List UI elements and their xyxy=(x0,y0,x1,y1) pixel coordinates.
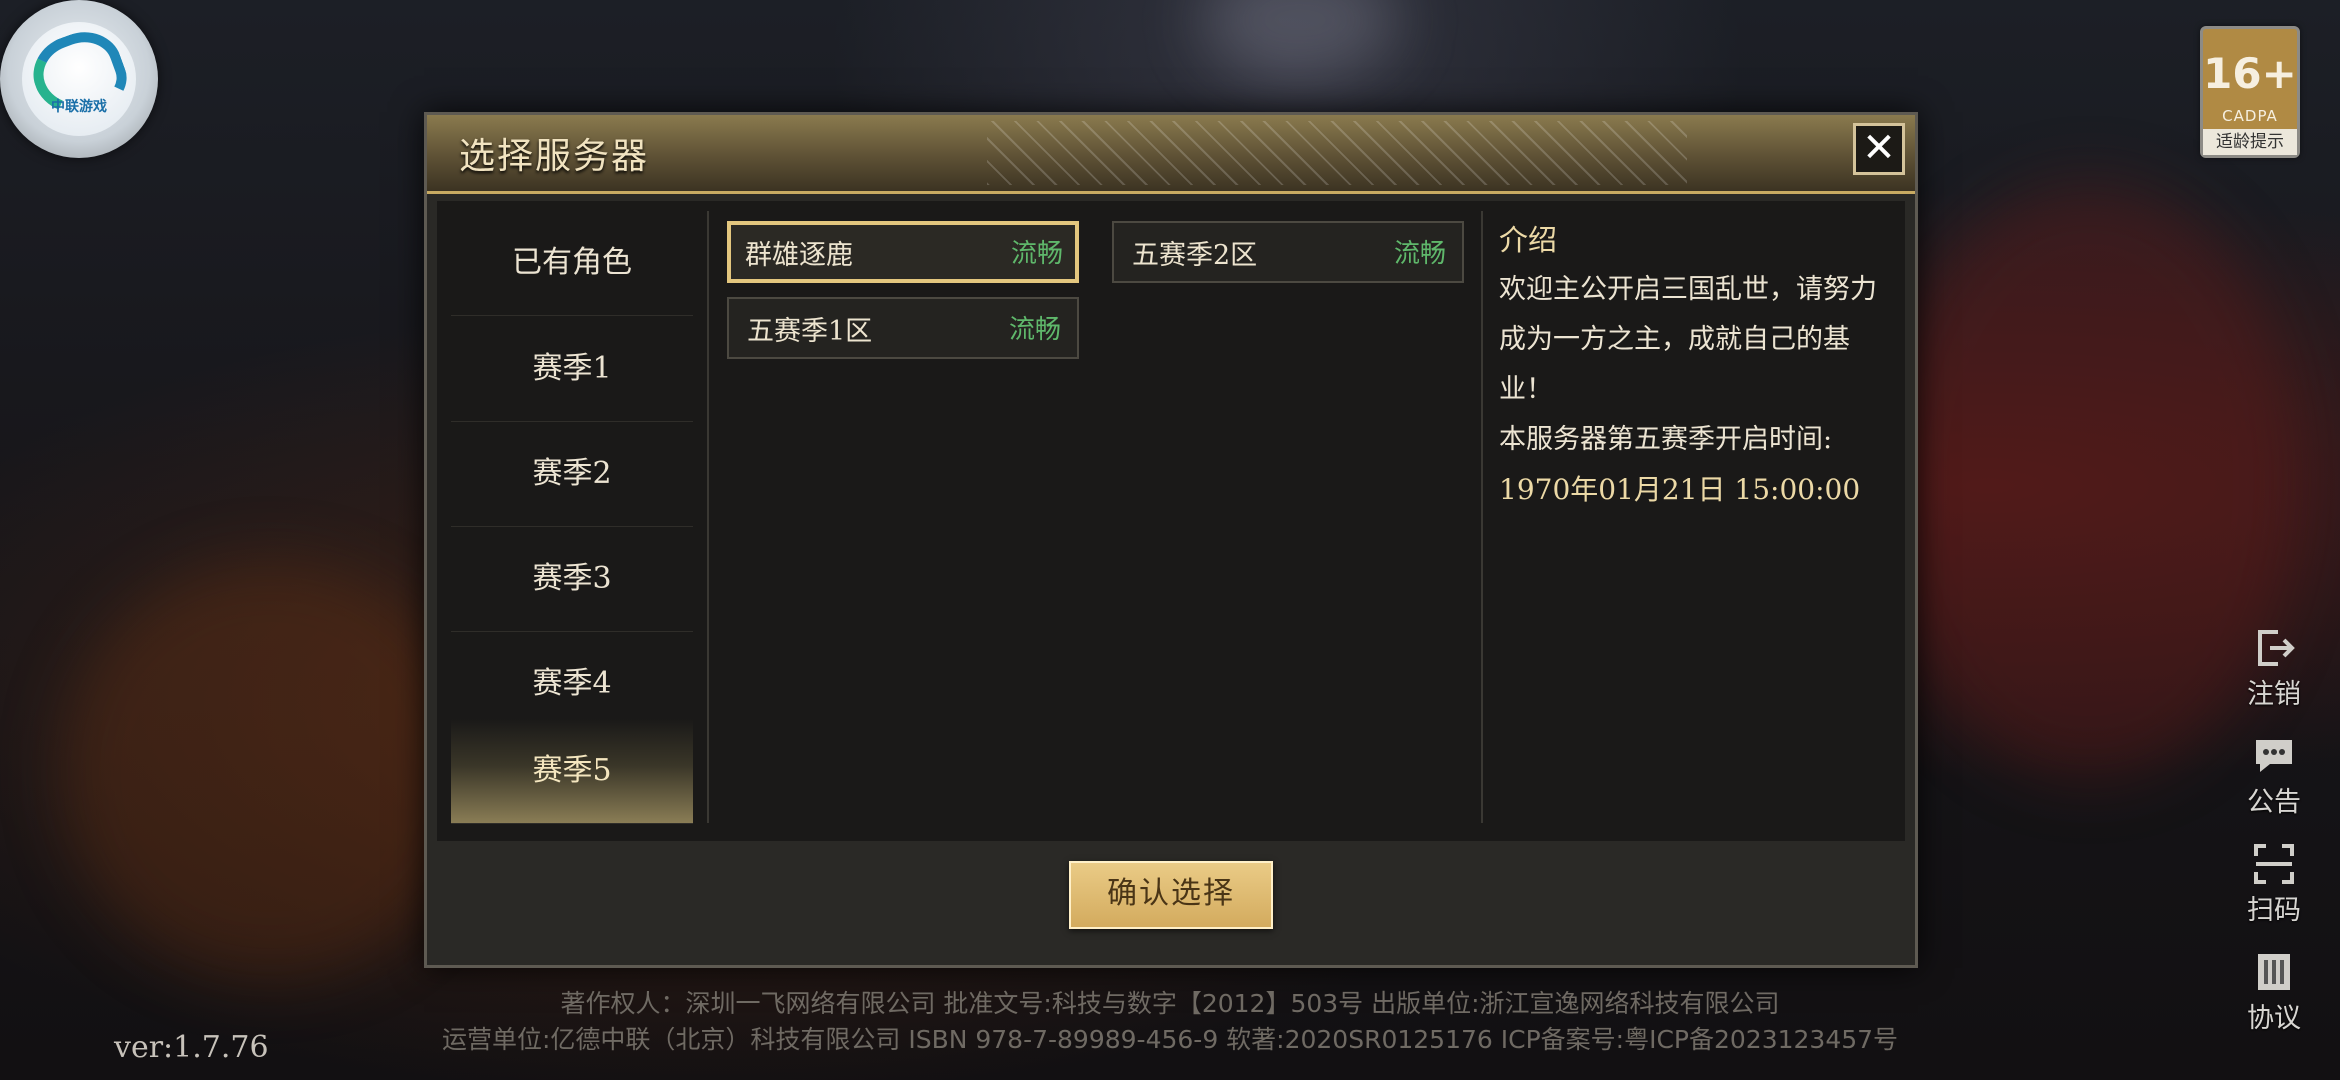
close-icon: ✕ xyxy=(1862,125,1896,171)
open-time-value: 1970年01月21日 15:00:00 xyxy=(1499,473,1861,506)
server-select-dialog: 选择服务器 ✕ 已有角色 赛季1 赛季2 赛季3 赛季4 赛季5 群雄逐鹿 流畅… xyxy=(424,112,1918,968)
scan-label: 扫码 xyxy=(2247,895,2301,926)
announcement-button[interactable]: 公告 xyxy=(2232,734,2316,819)
intro-heading: 介绍 xyxy=(1499,223,1558,257)
sidebar-item-season-3[interactable]: 赛季3 xyxy=(451,527,693,632)
dialog-title-bar: 选择服务器 ✕ xyxy=(427,115,1915,194)
logout-icon xyxy=(2252,626,2296,670)
sidebar-item-season-2[interactable]: 赛季2 xyxy=(451,422,693,527)
announcement-label: 公告 xyxy=(2247,787,2301,818)
close-button[interactable]: ✕ xyxy=(1853,123,1905,175)
server-name: 五赛季1区 xyxy=(747,316,873,347)
age-tip-label: 适龄提示 xyxy=(2203,129,2297,155)
server-name: 五赛季2区 xyxy=(1132,240,1258,271)
server-intro-panel: 介绍 欢迎主公开启三国乱世，请努力成为一方之主，成就自己的基业！ 本服务器第五赛… xyxy=(1481,211,1891,823)
background-moon xyxy=(1200,0,1400,80)
announcement-icon xyxy=(2252,734,2296,778)
version-label: ver:1.7.76 xyxy=(114,1030,269,1065)
open-time-label: 本服务器第五赛季开启时间: xyxy=(1499,424,1833,455)
sidebar-item-existing-roles[interactable]: 已有角色 xyxy=(451,211,693,316)
logout-button[interactable]: 注销 xyxy=(2232,626,2316,711)
copyright-line-2: 运营单位:亿德中联（北京）科技有限公司 ISBN 978-7-89989-456… xyxy=(441,1025,1899,1054)
game-logo: 中联游戏 xyxy=(0,0,158,158)
sidebar-item-season-5[interactable]: 赛季5 xyxy=(451,719,693,824)
server-item-season5-zone1[interactable]: 五赛季1区 流畅 xyxy=(727,297,1079,359)
dialog-title: 选择服务器 xyxy=(459,136,650,177)
season-sidebar: 已有角色 赛季1 赛季2 赛季3 赛季4 赛季5 xyxy=(437,211,709,824)
sidebar-item-season-1[interactable]: 赛季1 xyxy=(451,317,693,422)
dialog-content: 已有角色 赛季1 赛季2 赛季3 赛季4 赛季5 群雄逐鹿 流畅 五赛季2区 流… xyxy=(437,201,1905,841)
title-pattern xyxy=(987,121,1687,185)
server-status: 流畅 xyxy=(1393,239,1446,269)
server-status: 流畅 xyxy=(1010,239,1063,269)
intro-body: 欢迎主公开启三国乱世，请努力成为一方之主，成就自己的基业！ xyxy=(1499,274,1877,405)
scan-button[interactable]: 扫码 xyxy=(2232,842,2316,927)
server-item-qunxiong[interactable]: 群雄逐鹿 流畅 xyxy=(727,221,1079,283)
server-item-season5-zone2[interactable]: 五赛季2区 流畅 xyxy=(1112,221,1464,283)
scan-icon xyxy=(2252,842,2296,886)
age-rating: 16+ xyxy=(2203,49,2297,98)
server-name: 群雄逐鹿 xyxy=(745,240,853,271)
confirm-select-button[interactable]: 确认选择 xyxy=(1069,861,1273,929)
background-fire xyxy=(60,560,480,980)
age-rating-badge[interactable]: 16+ CADPA 适龄提示 xyxy=(2200,26,2300,158)
logout-label: 注销 xyxy=(2247,679,2301,710)
server-status: 流畅 xyxy=(1008,315,1061,345)
logo-text: 中联游戏 xyxy=(51,99,107,115)
copyright-line-1: 著作权人：深圳一飞网络有限公司 批准文号:科技与数字【2012】503号 出版单… xyxy=(560,989,1780,1018)
rating-org: CADPA xyxy=(2222,107,2278,125)
